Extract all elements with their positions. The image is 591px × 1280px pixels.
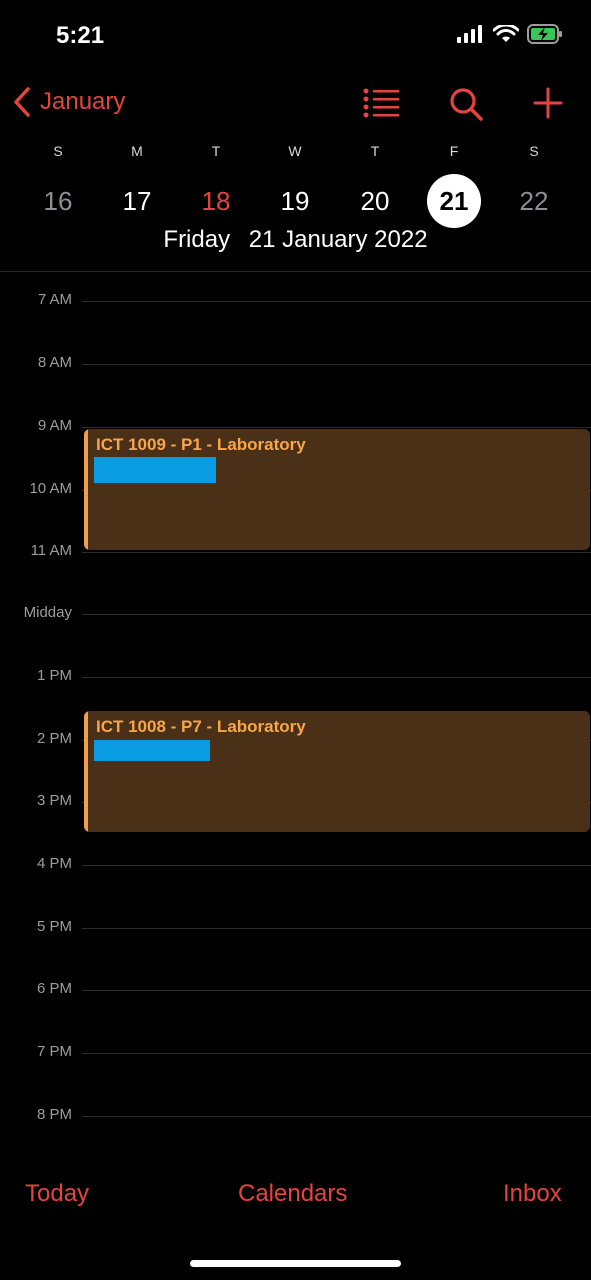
day-tuesday[interactable]: T 18: [176, 140, 256, 228]
hour-label: 9 AM: [37, 417, 72, 434]
day-thursday[interactable]: T 20: [335, 140, 415, 228]
day-timeline[interactable]: 7 AM 8 AM 9 AM 10 AM 11 AM Midday 1 PM 2…: [0, 272, 591, 1142]
hour-line: [82, 677, 591, 678]
event-title: ICT 1008 - P7 - Laboratory: [96, 717, 306, 736]
hour-label: 8 AM: [37, 354, 72, 371]
day-number: 17: [122, 186, 152, 216]
event-card[interactable]: ICT 1009 - P1 - Laboratory: [84, 429, 590, 550]
inbox-button[interactable]: Inbox: [503, 1180, 562, 1208]
hour-line: [82, 990, 591, 991]
hour-line: [82, 301, 591, 302]
hour-label: 7 PM: [36, 1043, 72, 1060]
list-view-button[interactable]: [362, 86, 400, 125]
day-number: 20: [360, 186, 390, 216]
hour-line: [82, 1053, 591, 1054]
day-friday-selected[interactable]: F 21: [414, 140, 494, 228]
status-bar: 5:21: [0, 0, 591, 72]
nav-bar: January: [0, 80, 591, 130]
search-button[interactable]: [448, 86, 484, 127]
hour-line: [82, 865, 591, 866]
home-indicator[interactable]: [190, 1260, 401, 1267]
list-icon: [363, 88, 399, 118]
event-color-bar: [84, 429, 88, 550]
hour-line: [82, 427, 591, 428]
day-number: 18: [201, 186, 231, 216]
hour-label: Midday: [23, 604, 72, 621]
hour-label: 4 PM: [36, 855, 72, 872]
hour-label: 1 PM: [36, 667, 72, 684]
hour-line: [82, 614, 591, 615]
hour-row: 7 AM: [0, 291, 591, 308]
hour-label: 6 PM: [36, 980, 72, 997]
day-number: 19: [280, 186, 310, 216]
hour-row: 7 PM: [0, 1043, 591, 1060]
hour-label: 10 AM: [29, 480, 72, 497]
weekday-letter: S: [53, 143, 63, 159]
hour-label: 8 PM: [36, 1106, 72, 1123]
event-color-bar: [84, 711, 88, 832]
today-button[interactable]: Today: [25, 1180, 89, 1208]
hour-label: 3 PM: [36, 792, 72, 809]
selected-date-title: Friday 21 January 2022: [0, 226, 591, 254]
day-wednesday[interactable]: W 19: [255, 140, 335, 228]
hour-row: 4 PM: [0, 855, 591, 872]
plus-icon: [533, 87, 563, 119]
hour-row: 11 AM: [0, 542, 591, 559]
day-monday[interactable]: M 17: [97, 140, 177, 228]
weekday-letter: W: [288, 143, 302, 159]
weekday-letter: T: [370, 143, 380, 159]
status-icons: [457, 24, 563, 44]
hour-label: 5 PM: [36, 918, 72, 935]
event-location-tag: [94, 740, 210, 761]
weekday-letter: M: [131, 143, 143, 159]
day-saturday[interactable]: S 22: [494, 140, 574, 228]
event-title: ICT 1009 - P1 - Laboratory: [96, 435, 306, 454]
event-location-tag: [94, 457, 216, 483]
back-to-month-button[interactable]: January: [12, 86, 125, 118]
signal-icon: [457, 25, 482, 43]
hour-row: 8 PM: [0, 1106, 591, 1123]
day-sunday[interactable]: S 16: [18, 140, 98, 228]
hour-row: 9 AM: [0, 417, 591, 434]
chevron-left-icon: [14, 87, 30, 117]
selected-weekday: Friday: [163, 226, 231, 253]
hour-row: 5 PM: [0, 918, 591, 935]
hour-line: [82, 928, 591, 929]
weekday-letter: F: [449, 143, 459, 159]
hour-row: 8 AM: [0, 354, 591, 371]
bottom-toolbar: Today Calendars Inbox: [0, 1170, 591, 1230]
hour-row: 6 PM: [0, 980, 591, 997]
hour-label: 2 PM: [36, 730, 72, 747]
calendars-button[interactable]: Calendars: [238, 1180, 347, 1208]
weekday-letter: T: [211, 143, 221, 159]
week-strip: S 16 M 17 T 18 W 19 T 20 F 21 S 22: [0, 140, 591, 280]
hour-line: [82, 1116, 591, 1117]
selected-date: 21 January 2022: [248, 226, 428, 253]
battery-charging-icon: [527, 24, 562, 44]
day-number: 22: [519, 186, 549, 216]
back-label: January: [40, 88, 126, 115]
day-number: 16: [43, 186, 73, 216]
wifi-icon: [493, 25, 519, 42]
add-event-button[interactable]: [532, 86, 564, 125]
hour-label: 11 AM: [30, 542, 72, 559]
hour-row: 1 PM: [0, 667, 591, 684]
search-icon: [450, 88, 483, 121]
event-card[interactable]: ICT 1008 - P7 - Laboratory: [84, 711, 590, 832]
day-number: 21: [427, 174, 481, 228]
hour-line: [82, 364, 591, 365]
weekday-letter: S: [529, 143, 539, 159]
hour-line: [82, 552, 591, 553]
status-time: 5:21: [56, 22, 105, 49]
hour-label: 7 AM: [37, 291, 72, 308]
hour-row: Midday: [0, 604, 591, 621]
